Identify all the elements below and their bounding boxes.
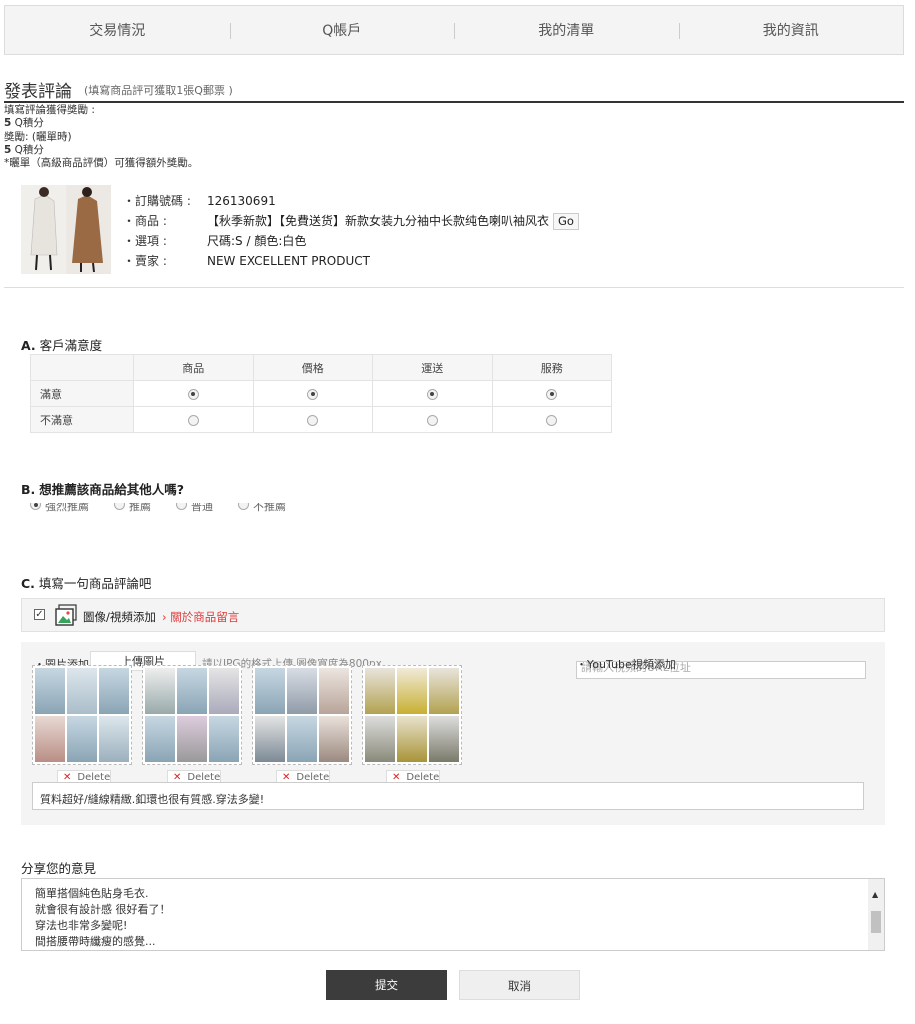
product-message-link[interactable]: › 關於商品留言	[162, 609, 239, 625]
seller-name: NEW EXCELLENT PRODUCT	[207, 254, 370, 268]
radio-price-satisfied[interactable]	[307, 388, 319, 400]
option-value: 尺碼:S / 顏色:白色	[207, 234, 307, 248]
radio-product-satisfied[interactable]	[187, 388, 199, 400]
section-divider	[4, 287, 904, 288]
radio-price-unsatisfied[interactable]	[307, 414, 319, 426]
reward-unit: Q積分	[14, 117, 44, 130]
order-number-label: ・訂購號碼 :	[123, 194, 191, 208]
section-b-prefix: B.	[21, 482, 36, 497]
reward-line-3: 獎勵: (曬單時)	[4, 130, 72, 143]
section-b-heading: B. 想推薦該商品給其他人嗎?	[21, 479, 184, 498]
media-bar: ✓ 圖像/視頻添加 › 關於商品留言	[21, 598, 885, 632]
radio-shipping-unsatisfied[interactable]	[426, 414, 438, 426]
radio-product-unsatisfied[interactable]	[187, 414, 199, 426]
scroll-up-icon[interactable]: ▲	[872, 887, 878, 903]
option-label: ・選項 :	[123, 234, 167, 248]
table-row: 滿意	[30, 380, 612, 407]
opinion-line-4: 間搭腰帶時纖瘦的感覺...	[35, 935, 156, 948]
product-name: 【秋季新款】【免費送货】新款女装九分袖中长款纯色喇叭袖风衣	[207, 214, 550, 228]
go-button[interactable]: Go	[553, 213, 579, 230]
recommend-options: 強烈推薦 推薦 普通 不推薦	[30, 503, 311, 514]
col-shipping: 運送	[372, 354, 493, 381]
opinion-line-3: 穿法也非常多變呢!	[35, 919, 128, 932]
youtube-add-label: ・YouTube視頻添加	[576, 658, 676, 671]
reward-line-1: 填寫評論獲得獎勵 :	[4, 104, 95, 116]
section-b-title: 想推薦該商品給其他人嗎?	[39, 482, 185, 497]
table-row: 不滿意	[30, 406, 612, 433]
label-not-recommend: 不推薦	[253, 503, 286, 513]
media-label: 圖像/視頻添加	[83, 610, 156, 624]
reward-note: *曬單（高級商品評價）可獲得額外獎勵。	[4, 157, 199, 170]
radio-recommend[interactable]	[114, 503, 125, 510]
tab-my-info[interactable]: 我的資訊	[678, 6, 904, 54]
cancel-button[interactable]: 取消	[459, 970, 580, 1000]
col-product: 商品	[133, 354, 254, 381]
section-a-title: 客戶滿意度	[39, 338, 103, 353]
tab-q-account[interactable]: Q帳戶	[229, 6, 455, 54]
media-checkbox[interactable]: ✓	[34, 609, 45, 620]
chevron-right-icon: ›	[162, 610, 167, 624]
seller-label: ・賣家 :	[123, 254, 167, 268]
reward-info: 填寫評論獲得獎勵 : 5 Q積分 獎勵: (曬單時) 5 Q積分 *曬單（高級商…	[4, 104, 198, 170]
reward-points: 5	[4, 117, 12, 130]
reward-extra-unit: Q積分	[14, 143, 44, 156]
satisfaction-table: 商品 價格 運送 服務 滿意 不滿意	[30, 354, 612, 433]
radio-strongly-recommend[interactable]	[30, 503, 41, 510]
row-unsatisfied-label: 不滿意	[30, 406, 134, 433]
uploaded-image-4[interactable]	[362, 665, 462, 765]
order-number: 126130691	[207, 194, 276, 208]
radio-service-unsatisfied[interactable]	[546, 414, 558, 426]
section-a-prefix: A.	[21, 338, 36, 353]
tab-transactions[interactable]: 交易情況	[5, 6, 230, 54]
tab-my-list[interactable]: 我的清單	[454, 6, 679, 54]
product-message-link-text: 關於商品留言	[170, 610, 240, 624]
submit-button[interactable]: 提交	[326, 970, 447, 1000]
section-c-heading: C. 填寫一句商品評論吧	[21, 573, 151, 592]
label-strongly-recommend: 強烈推薦	[45, 503, 89, 513]
radio-shipping-satisfied[interactable]	[426, 388, 438, 400]
opinion-line-1: 簡單搭個純色貼身毛衣.	[35, 887, 149, 900]
reward-extra-points: 5	[4, 143, 12, 156]
label-average: 普通	[191, 503, 213, 513]
top-nav: 交易情況 Q帳戶 我的清單 我的資訊	[4, 5, 904, 55]
photo-icon	[55, 604, 78, 626]
section-c-title: 填寫一句商品評論吧	[38, 576, 152, 591]
title-divider	[4, 101, 904, 103]
row-satisfied-label: 滿意	[30, 380, 134, 407]
scrollbar-thumb[interactable]	[871, 911, 881, 933]
table-corner	[30, 354, 134, 381]
opinion-line-2: 就會很有設計感 很好看了！	[35, 903, 171, 916]
review-sentence-input[interactable]: 質料超好/縫線精緻.釦環也很有質感.穿法多變!	[32, 782, 864, 810]
product-image	[21, 185, 111, 274]
radio-not-recommend[interactable]	[238, 503, 249, 510]
product-label: ・商品 :	[123, 214, 167, 228]
label-recommend: 推薦	[129, 503, 151, 513]
title-hint: (填寫商品評可獲取1張Q郵票 )	[84, 84, 233, 97]
share-title: 分享您的意見	[21, 861, 97, 876]
radio-average[interactable]	[176, 503, 187, 510]
uploaded-image-2[interactable]	[142, 665, 242, 765]
col-service: 服務	[491, 354, 612, 381]
section-a-heading: A. 客戶滿意度	[21, 335, 102, 354]
col-price: 價格	[252, 354, 373, 381]
page-title: 發表評論	[4, 82, 72, 102]
order-info: ・訂購號碼 : 126130691 ・商品 : 【秋季新款】【免費送货】新款女装九分…	[123, 191, 579, 271]
textarea-scrollbar[interactable]: ▲	[868, 879, 884, 950]
radio-service-satisfied[interactable]	[546, 388, 558, 400]
upload-area: ・圖片添加 請以JPG的格式上傳,圖像寬度為800px 上傳圖片 請輸入視頻的U…	[21, 642, 885, 825]
opinion-textarea[interactable]: 簡單搭個純色貼身毛衣. 就會很有設計感 很好看了！ 穿法也非常多變呢! 間搭腰帶…	[21, 878, 885, 951]
uploaded-image-3[interactable]	[252, 665, 352, 765]
section-c-prefix: C.	[21, 576, 35, 591]
uploaded-image-1[interactable]	[32, 665, 132, 765]
